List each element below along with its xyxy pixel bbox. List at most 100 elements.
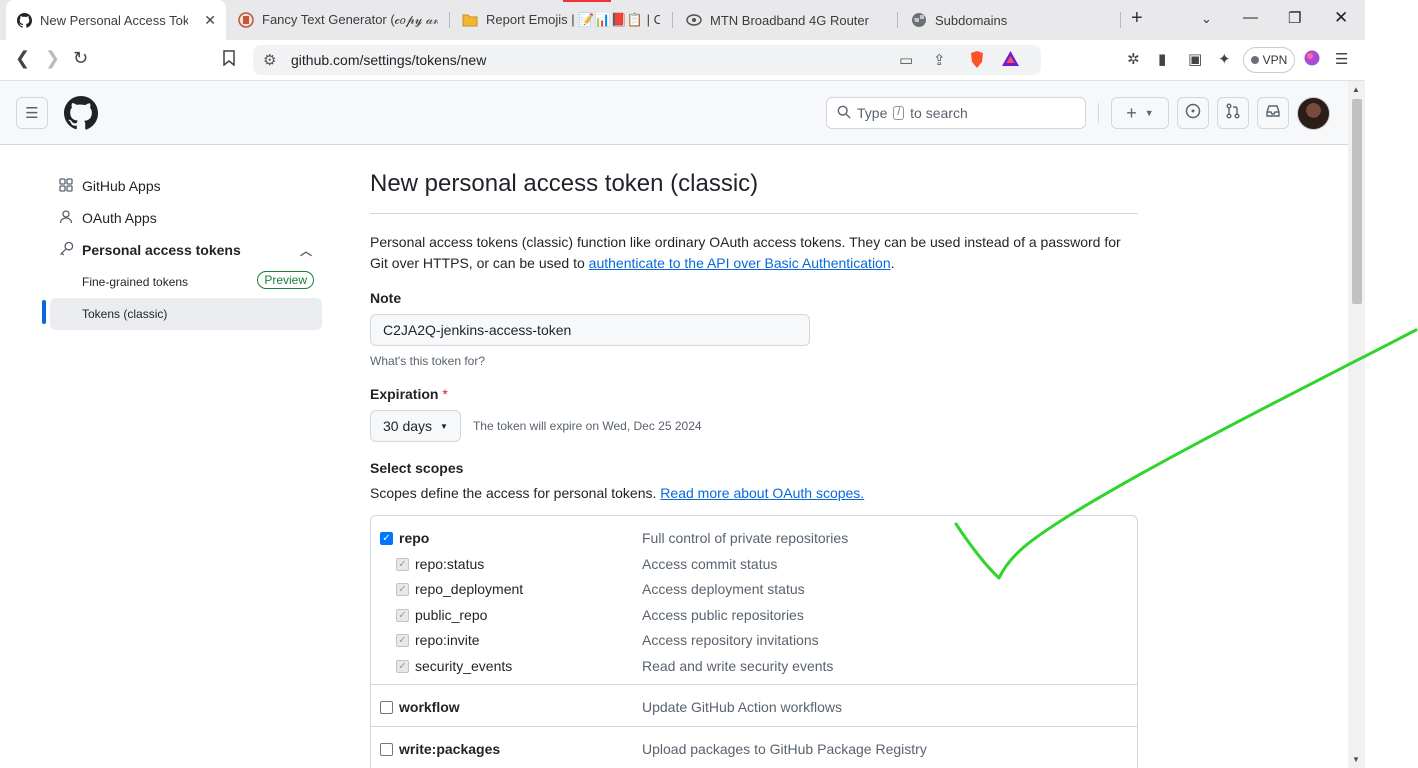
- scope-name: repo:status: [415, 556, 485, 572]
- avatar[interactable]: [1297, 97, 1330, 130]
- scope-desc: Access public repositories: [642, 607, 804, 623]
- browser-window: New Personal Access Token ( ✕ Fancy Text…: [0, 0, 1365, 768]
- scope-desc: Read and write security events: [642, 658, 834, 674]
- inbox-button[interactable]: [1257, 97, 1289, 129]
- sidebar-item-label: OAuth Apps: [82, 210, 157, 226]
- tab-fancy-text[interactable]: Fancy Text Generator (𝒸𝑜𝓅𝓎 𝒶𝓃𝒹: [238, 0, 438, 40]
- scope-desc: Update GitHub Action workflows: [642, 699, 842, 715]
- tab-label: Report Emojis | 📝📊📕📋 | Cop: [486, 12, 660, 27]
- extensions-icon[interactable]: ✲: [1127, 50, 1140, 68]
- pull-requests-button[interactable]: [1217, 97, 1249, 129]
- create-new-button[interactable]: + ▼: [1111, 97, 1169, 129]
- tab-search-chevron-icon[interactable]: ⌄: [1201, 11, 1212, 27]
- search-input[interactable]: Type / to search: [826, 97, 1086, 129]
- chevron-up-icon[interactable]: ︿: [300, 242, 312, 259]
- scope-desc: Upload packages to GitHub Package Regist…: [642, 741, 927, 757]
- scope-name: public_repo: [415, 607, 488, 623]
- wallet-icon[interactable]: ▣: [1188, 50, 1202, 68]
- required-mark: *: [442, 386, 448, 402]
- url-text[interactable]: github.com/settings/tokens/new: [291, 52, 486, 68]
- scope-checkbox-repo-invite[interactable]: ✓: [396, 634, 409, 647]
- back-icon[interactable]: ❮: [15, 48, 30, 69]
- bookmark-icon[interactable]: [222, 50, 236, 71]
- scope-name: repo_deployment: [415, 581, 524, 597]
- settings-sidebar: GitHub Apps OAuth Apps Personal access t…: [50, 170, 322, 330]
- brave-rewards-icon[interactable]: [1002, 51, 1019, 70]
- share-icon[interactable]: ⇪: [933, 51, 946, 69]
- scope-checkbox-security-events[interactable]: ✓: [396, 660, 409, 673]
- scope-desc: Access commit status: [642, 556, 778, 572]
- close-tab-icon[interactable]: ✕: [204, 12, 216, 29]
- sidebar-item-oauth-apps[interactable]: OAuth Apps: [50, 202, 322, 234]
- sidebar-item-label: Fine-grained tokens: [82, 275, 189, 289]
- scope-checkbox-write-packages[interactable]: [380, 743, 393, 756]
- cast-icon[interactable]: ▭: [899, 51, 913, 69]
- tab-subdomains[interactable]: Subdomains: [911, 0, 1111, 40]
- sidebar-item-fine-grained-tokens[interactable]: Fine-grained tokens Preview: [50, 266, 322, 298]
- tab-label: Subdomains: [935, 12, 1008, 28]
- scroll-down-icon[interactable]: ▼: [1352, 755, 1360, 764]
- person-icon: [58, 209, 74, 227]
- tab-label: New Personal Access Token (: [40, 12, 188, 28]
- scope-name: workflow: [399, 699, 460, 715]
- leo-ai-icon[interactable]: ✦: [1218, 50, 1231, 68]
- scope-checkbox-workflow[interactable]: [380, 701, 393, 714]
- tab-report-emojis[interactable]: Report Emojis | 📝📊📕📋 | Cop: [462, 0, 660, 40]
- issues-button[interactable]: [1177, 97, 1209, 129]
- scope-checkbox-repo[interactable]: ✓: [380, 532, 393, 545]
- reload-icon[interactable]: ↻: [73, 48, 88, 69]
- vpn-status-icon: [1250, 56, 1259, 64]
- site-settings-icon[interactable]: ⚙: [263, 51, 276, 69]
- triangle-down-icon: ▼: [440, 421, 448, 431]
- sidebar-item-label: Personal access tokens: [82, 242, 241, 258]
- forward-icon[interactable]: ❯: [45, 48, 60, 69]
- expiration-section: Expiration * 30 days ▼ The token will ex…: [370, 386, 702, 442]
- close-window-icon[interactable]: ✕: [1334, 8, 1348, 28]
- scope-name: repo: [399, 530, 430, 546]
- scope-name: repo:invite: [415, 632, 480, 648]
- scope-checkbox-repo-status[interactable]: ✓: [396, 558, 409, 571]
- page-scrollbar[interactable]: ▲ ▼: [1348, 81, 1365, 768]
- header-divider: [1098, 103, 1099, 123]
- scope-checkbox-repo-deployment[interactable]: ✓: [396, 583, 409, 596]
- basic-auth-link[interactable]: authenticate to the API over Basic Authe…: [589, 255, 891, 271]
- open-nav-button[interactable]: ☰: [16, 97, 48, 129]
- scrollbar-thumb[interactable]: [1352, 99, 1362, 304]
- tab-mtn-router[interactable]: MTN Broadband 4G Router: [686, 0, 886, 40]
- scopes-label: Select scopes: [370, 460, 464, 476]
- profile-icon[interactable]: [1304, 50, 1320, 70]
- address-bar[interactable]: ⚙ github.com/settings/tokens/new ▭ ⇪: [253, 45, 1041, 75]
- restore-icon[interactable]: ❐: [1288, 9, 1301, 27]
- scope-desc: Full control of private repositories: [642, 530, 849, 546]
- expiration-note: The token will expire on Wed, Dec 25 202…: [472, 419, 702, 433]
- scope-desc: Access deployment status: [642, 581, 805, 597]
- menu-icon[interactable]: ☰: [1335, 50, 1348, 68]
- issue-opened-icon: [1185, 103, 1201, 123]
- sidebar-toggle-icon[interactable]: ▮: [1158, 50, 1166, 68]
- new-tab-icon[interactable]: +: [1131, 7, 1143, 30]
- page-title: New personal access token (classic): [370, 170, 1138, 214]
- brave-shield-icon[interactable]: [969, 51, 985, 72]
- scope-checkbox-public-repo[interactable]: ✓: [396, 609, 409, 622]
- vpn-label: VPN: [1262, 53, 1288, 67]
- sidebar-item-personal-access-tokens[interactable]: Personal access tokens ︿: [50, 234, 322, 266]
- tab-github-token[interactable]: New Personal Access Token ( ✕: [6, 0, 226, 40]
- folder-icon: [462, 12, 478, 28]
- note-hint: What's this token for?: [370, 354, 486, 368]
- expiration-label-text: Expiration: [370, 386, 439, 402]
- sidebar-item-github-apps[interactable]: GitHub Apps: [50, 170, 322, 202]
- minimize-icon[interactable]: —: [1243, 9, 1258, 26]
- oauth-scopes-link[interactable]: Read more about OAuth scopes.: [660, 485, 864, 501]
- apps-grid-icon: [58, 177, 74, 195]
- github-logo-icon[interactable]: [64, 96, 98, 130]
- expiration-row: 30 days ▼ The token will expire on Wed, …: [370, 410, 702, 442]
- vpn-button[interactable]: VPN: [1243, 47, 1295, 73]
- scroll-up-icon[interactable]: ▲: [1352, 85, 1360, 94]
- preview-badge: Preview: [257, 271, 314, 289]
- note-input[interactable]: C2JA2Q-jenkins-access-token: [370, 314, 810, 346]
- expiration-select[interactable]: 30 days ▼: [370, 410, 461, 442]
- browser-toolbar: ❮ ❯ ↻ ⚙ github.com/settings/tokens/new ▭…: [0, 40, 1365, 81]
- sidebar-item-tokens-classic[interactable]: Tokens (classic): [50, 298, 322, 330]
- search-placeholder-after: to search: [910, 105, 968, 121]
- scope-name: security_events: [415, 658, 513, 674]
